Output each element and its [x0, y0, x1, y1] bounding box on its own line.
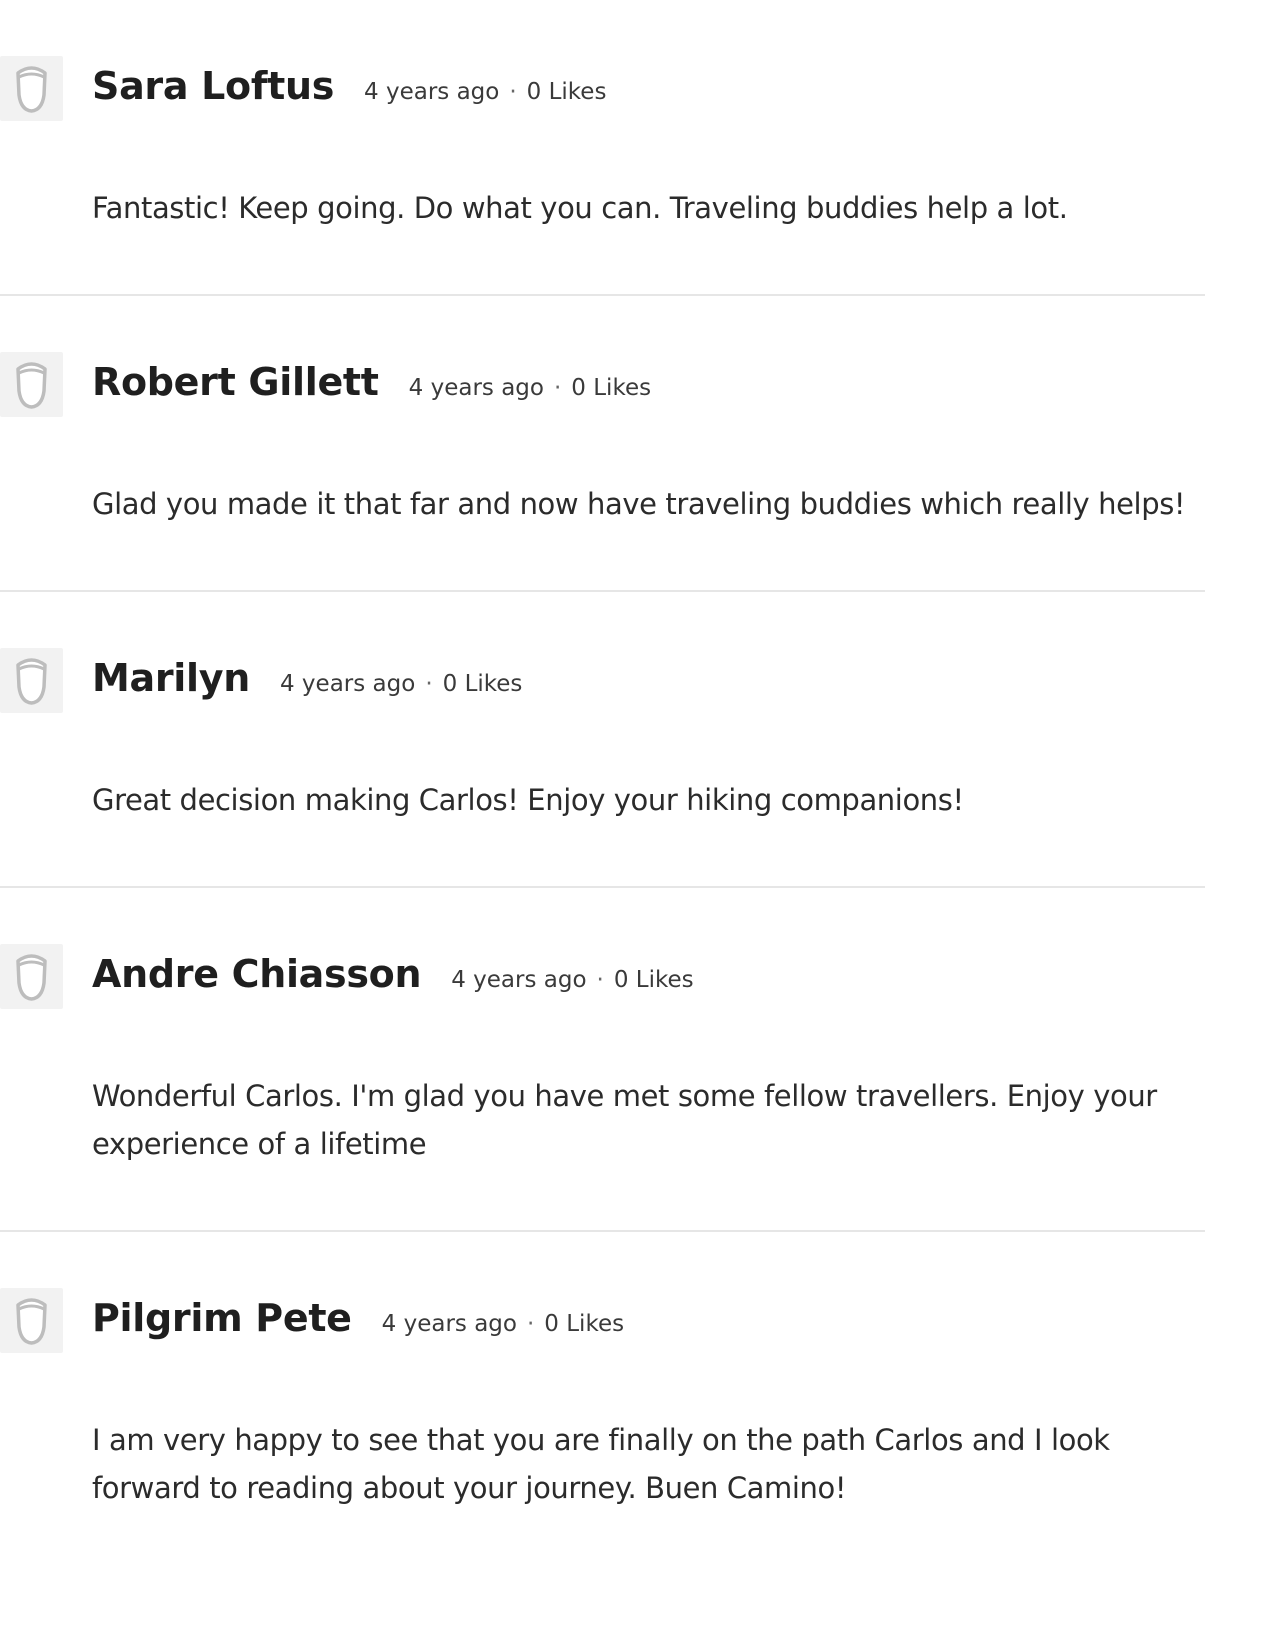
comment-meta: 4 years ago · 0 Likes: [451, 967, 693, 993]
comment-item: Pilgrim Pete 4 years ago · 0 Likes I am ve…: [0, 1232, 1205, 1576]
comment-meta: 4 years ago · 0 Likes: [409, 375, 651, 401]
comment-header: Sara Loftus 4 years ago · 0 Likes: [92, 64, 606, 108]
comment-meta: 4 years ago · 0 Likes: [364, 79, 606, 105]
comment-author[interactable]: Sara Loftus: [92, 64, 334, 108]
avatar[interactable]: [0, 944, 63, 1009]
avatar[interactable]: [0, 352, 63, 417]
comment-item: Marilyn 4 years ago · 0 Likes Great decisi…: [0, 592, 1205, 888]
comment-author[interactable]: Robert Gillett: [92, 360, 379, 404]
comment-item: Robert Gillett 4 years ago · 0 Likes Glad …: [0, 296, 1205, 592]
comment-likes[interactable]: 0 Likes: [614, 967, 694, 993]
comment-text: Fantastic! Keep going. Do what you can. …: [92, 191, 1068, 225]
comment-text: Wonderful Carlos. I'm glad you have met …: [92, 1079, 1157, 1161]
default-avatar-icon: [16, 954, 47, 1001]
comment-header: Marilyn 4 years ago · 0 Likes: [92, 656, 522, 700]
comment-header: Andre Chiasson 4 years ago · 0 Likes: [92, 952, 694, 996]
comment-text: Great decision making Carlos! Enjoy your…: [92, 783, 964, 817]
meta-separator: ·: [596, 967, 604, 993]
comment-likes[interactable]: 0 Likes: [527, 79, 607, 105]
default-avatar-icon: [16, 1298, 47, 1345]
comment-timestamp[interactable]: 4 years ago: [409, 375, 544, 401]
meta-separator: ·: [425, 671, 433, 697]
comment-timestamp[interactable]: 4 years ago: [364, 79, 499, 105]
comment-meta: 4 years ago · 0 Likes: [280, 671, 522, 697]
avatar[interactable]: [0, 648, 63, 713]
comment-timestamp[interactable]: 4 years ago: [280, 671, 415, 697]
comment-author[interactable]: Andre Chiasson: [92, 952, 422, 996]
comment-header: Robert Gillett 4 years ago · 0 Likes: [92, 360, 651, 404]
avatar[interactable]: [0, 1288, 63, 1353]
comment-text: Glad you made it that far and now have t…: [92, 487, 1186, 521]
default-avatar-icon: [16, 362, 47, 409]
comment-list: Sara Loftus 4 years ago · 0 Likes Fantasti…: [0, 0, 1264, 1576]
meta-separator: ·: [509, 79, 517, 105]
comment-likes[interactable]: 0 Likes: [544, 1311, 624, 1337]
comment-item: Sara Loftus 4 years ago · 0 Likes Fantasti…: [0, 0, 1205, 296]
comment-author[interactable]: Pilgrim Pete: [92, 1296, 352, 1340]
comment-likes[interactable]: 0 Likes: [571, 375, 651, 401]
comment-timestamp[interactable]: 4 years ago: [382, 1311, 517, 1337]
meta-separator: ·: [553, 375, 562, 401]
comment-author[interactable]: Marilyn: [92, 656, 250, 700]
comment-item: Andre Chiasson 4 years ago · 0 Likes Wonde…: [0, 888, 1205, 1232]
meta-separator: ·: [526, 1311, 535, 1337]
default-avatar-icon: [16, 658, 47, 705]
avatar[interactable]: [0, 56, 63, 121]
comment-meta: 4 years ago · 0 Likes: [382, 1311, 624, 1337]
comment-text: I am very happy to see that you are fina…: [92, 1423, 1110, 1505]
comment-timestamp[interactable]: 4 years ago: [451, 967, 586, 993]
comment-likes[interactable]: 0 Likes: [443, 671, 523, 697]
default-avatar-icon: [16, 66, 47, 113]
comment-header: Pilgrim Pete 4 years ago · 0 Likes: [92, 1296, 624, 1340]
